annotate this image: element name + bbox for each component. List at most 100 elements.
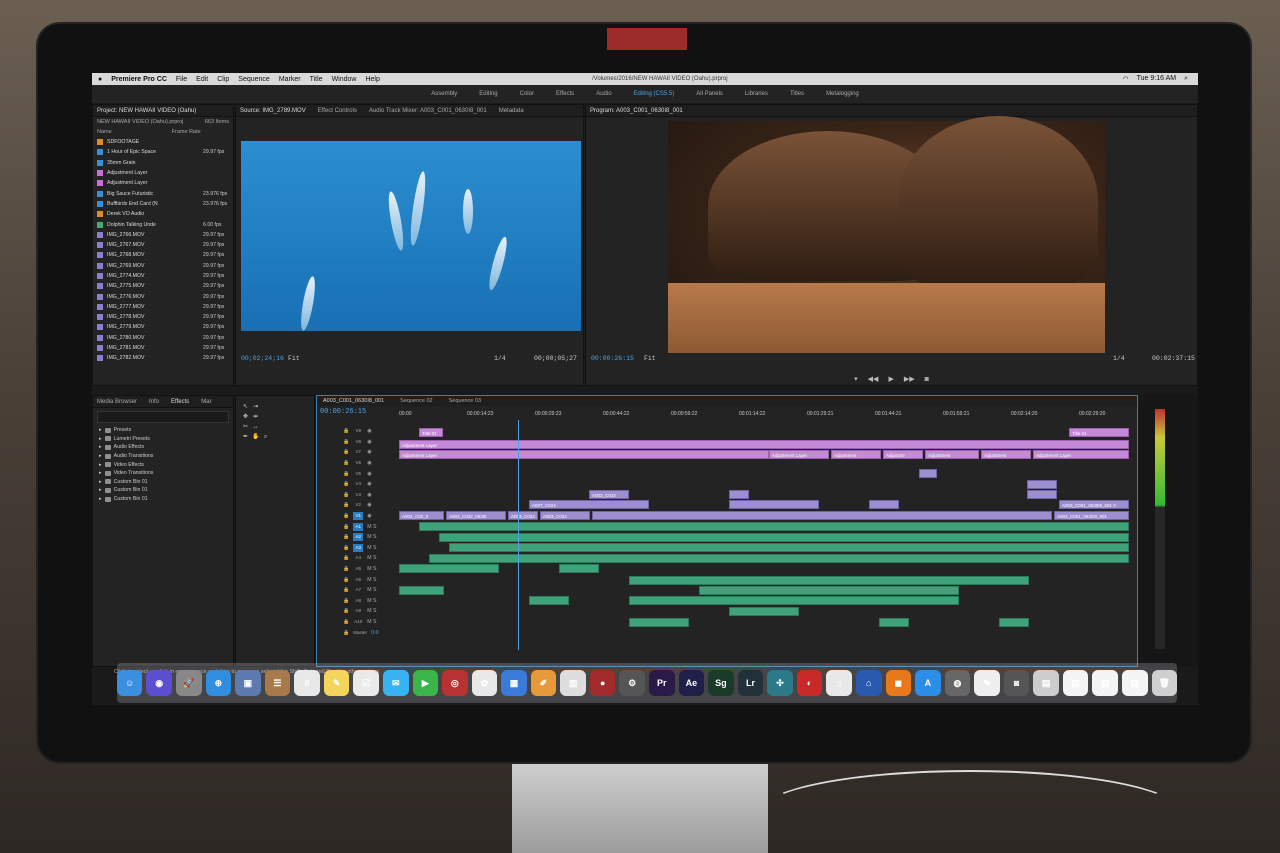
workspace-assembly[interactable]: Assembly	[431, 91, 457, 97]
menu-sequence[interactable]: Sequence	[238, 76, 270, 83]
siri-icon[interactable]: ◉	[146, 670, 172, 696]
project-item[interactable]: Adjustment Layer	[93, 168, 233, 178]
facetime-icon[interactable]: ▶	[412, 670, 439, 696]
track-header[interactable]: 🔒 V9 ◉	[317, 426, 397, 437]
track-header[interactable]: 🔒 V3 ◉	[317, 490, 397, 501]
track-target-label[interactable]: A4	[353, 554, 363, 562]
clip-adjustment[interactable]: Adjustment	[925, 450, 979, 459]
source-timecode[interactable]: 00;02;24;16	[241, 355, 284, 362]
effects-folder[interactable]: ▸ Custom Bin 01	[93, 478, 233, 487]
slip-icon[interactable]: ↔	[252, 424, 259, 431]
app-store-icon[interactable]: A	[915, 670, 941, 696]
audio-clip[interactable]	[629, 618, 689, 627]
disclosure-arrow-icon[interactable]: ▸	[99, 427, 102, 433]
eye-icon[interactable]: ◉	[367, 502, 372, 508]
track-target-label[interactable]: V2	[353, 501, 363, 509]
video-clip[interactable]	[592, 511, 1052, 520]
effects-folder[interactable]: ▸ Audio Transitions	[93, 452, 233, 461]
tab-audio-mixer[interactable]: Audio Track Mixer: A003_C001_0630I8_001	[369, 108, 487, 114]
ripple-edit-icon[interactable]: ✥	[242, 414, 249, 421]
photos-preview-icon[interactable]: ▣	[235, 670, 261, 696]
disclosure-arrow-icon[interactable]: ▸	[99, 496, 102, 502]
menu-title[interactable]: Title	[310, 76, 323, 83]
mute-solo-icon[interactable]: M S	[367, 524, 376, 530]
wifi-icon[interactable]: ◠	[1123, 75, 1129, 83]
itunes-icon[interactable]: ♫	[826, 670, 852, 696]
keynote-icon[interactable]: ▦	[501, 670, 527, 696]
track-header[interactable]: 🔒 A1 M S	[317, 521, 397, 532]
lock-icon[interactable]: 🔒	[343, 513, 349, 519]
clip-area[interactable]: Title 01 Title 01 Adjustment Layer Adjus…	[399, 426, 1139, 650]
audio-clip[interactable]	[559, 564, 599, 573]
mute-solo-icon[interactable]: M S	[367, 587, 376, 593]
source-scale-dropdown[interactable]: 1/4	[494, 355, 506, 362]
mute-solo-icon[interactable]: M S	[367, 545, 376, 551]
program-scale-dropdown[interactable]: 1/4	[1113, 355, 1125, 362]
video-clip[interactable]: A003_C001_0630I8_001 0	[1059, 500, 1129, 509]
track-target-label[interactable]: V4	[353, 480, 363, 488]
source-fit-dropdown[interactable]: Fit	[288, 355, 300, 362]
project-item[interactable]: IMG_2776.MOV 29.97 fps	[93, 291, 233, 301]
track-header[interactable]: 🔒 V8 ◉	[317, 437, 397, 448]
rolling-edit-icon[interactable]: ⇹	[252, 414, 259, 421]
audio-clip[interactable]	[529, 596, 569, 605]
pages-icon[interactable]: ✐	[530, 670, 557, 696]
lock-icon[interactable]: 🔒	[343, 566, 349, 572]
lightroom-icon[interactable]: Lr	[737, 670, 764, 696]
reminders-icon[interactable]: ☑	[353, 670, 379, 696]
eye-icon[interactable]: ◉	[367, 439, 372, 445]
clip-adjustment[interactable]: Adjustme	[883, 450, 923, 459]
ibooks-icon[interactable]: ◼	[885, 670, 912, 696]
audio-clip[interactable]	[399, 586, 444, 595]
project-item[interactable]: SDFOOTAGE	[93, 137, 233, 147]
disclosure-arrow-icon[interactable]: ▸	[99, 453, 102, 459]
track-header[interactable]: 🔒 A8 M S	[317, 596, 397, 607]
lock-icon[interactable]: 🔒	[343, 534, 349, 540]
lock-icon[interactable]: 🔒	[343, 492, 349, 498]
play-icon[interactable]: ▶	[888, 375, 893, 383]
master-level[interactable]: 0.0	[371, 630, 378, 636]
video-clip[interactable]	[869, 500, 899, 509]
eye-icon[interactable]: ◉	[367, 513, 372, 519]
workspace-effects[interactable]: Effects	[556, 91, 574, 97]
project-item[interactable]: Adjustment Layer	[93, 178, 233, 188]
mute-solo-icon[interactable]: M S	[367, 619, 376, 625]
menu-marker[interactable]: Marker	[279, 76, 301, 83]
audio-clip[interactable]	[729, 607, 799, 616]
contacts-icon[interactable]: ☰	[264, 670, 291, 696]
video-clip[interactable]	[729, 500, 819, 509]
lock-icon[interactable]: 🔒	[343, 428, 349, 434]
video-clip[interactable]	[919, 469, 937, 478]
tab-effects[interactable]: Effects	[171, 399, 189, 405]
eye-icon[interactable]: ◉	[367, 428, 372, 434]
clip-title[interactable]: Title 01	[1069, 428, 1129, 437]
marker-icon[interactable]: ▾	[854, 375, 858, 383]
track-header[interactable]: 🔒 Master 0.0	[317, 627, 397, 638]
clip-adjustment[interactable]: Adjustment	[981, 450, 1031, 459]
workspace-all-panels[interactable]: All Panels	[696, 91, 723, 97]
speedgrade-icon[interactable]: Sg	[708, 670, 734, 696]
tab-metadata[interactable]: Metadata	[499, 108, 524, 114]
disclosure-arrow-icon[interactable]: ▸	[99, 479, 102, 485]
effects-folder[interactable]: ▸ Custom Bin 01	[93, 495, 233, 504]
track-target-label[interactable]: A6	[353, 576, 363, 584]
colors-icon[interactable]: ✣	[767, 670, 793, 696]
video-clip[interactable]: A003_C02_0	[399, 511, 444, 520]
mute-solo-icon[interactable]: M S	[367, 608, 376, 614]
spotlight-icon[interactable]: ⌕	[1184, 75, 1188, 83]
audio-clip[interactable]	[419, 522, 1129, 531]
track-target-label[interactable]: V6	[353, 459, 363, 467]
program-fit-dropdown[interactable]: Fit	[644, 355, 656, 362]
clock[interactable]: Tue 9:16 AM	[1137, 75, 1176, 83]
col-frame-rate[interactable]: Frame Rate	[172, 129, 201, 135]
apple-menu-icon[interactable]: ●	[98, 76, 102, 83]
effects-folder[interactable]: ▸ Video Effects	[93, 460, 233, 469]
lock-icon[interactable]: 🔒	[343, 555, 349, 561]
clip-title[interactable]: Title 01	[419, 428, 443, 437]
video-clip[interactable]	[1027, 480, 1057, 489]
video-clip[interactable]: A003_C001_0630I8_001	[1054, 511, 1129, 520]
project-item[interactable]: IMG_2782.MOV 29.97 fps	[93, 353, 233, 363]
track-target-label[interactable]: V5	[353, 470, 363, 478]
mute-solo-icon[interactable]: M S	[367, 598, 376, 604]
track-header[interactable]: 🔒 V4 ◉	[317, 479, 397, 490]
